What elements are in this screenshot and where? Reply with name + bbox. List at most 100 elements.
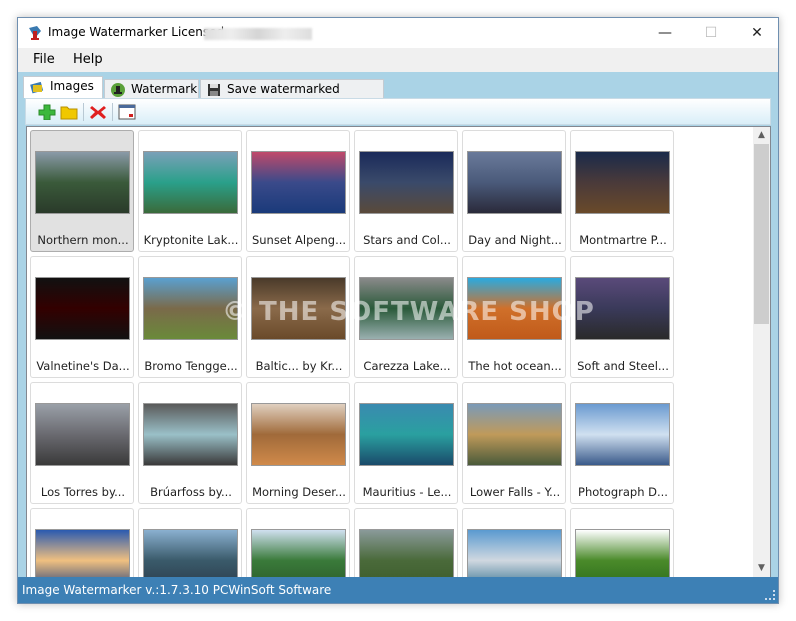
- image-thumbnail: [575, 529, 670, 577]
- window-title: Image Watermarker Licensed: [48, 25, 225, 39]
- image-thumbnail: [359, 277, 454, 340]
- image-tile[interactable]: Stars and Col...: [354, 130, 458, 252]
- image-label: Lower Falls - Y...: [469, 485, 561, 499]
- image-label: The hot ocean...: [468, 359, 562, 373]
- remove-icon[interactable]: [89, 104, 107, 120]
- image-thumbnail: [143, 529, 238, 577]
- image-thumbnail: [35, 529, 130, 577]
- images-panel: Photograph D... Lower Falls - Y... Mauriti…: [18, 98, 778, 579]
- image-label: Kryptonite Lak...: [143, 233, 239, 247]
- toolbar-separator: [83, 103, 84, 121]
- image-tile[interactable]: Northern mon...: [30, 130, 134, 252]
- image-label: Bromo Tengge...: [144, 359, 238, 373]
- image-thumbnail: [251, 529, 346, 577]
- redacted-license: [204, 28, 312, 40]
- tab-images[interactable]: Images: [23, 76, 103, 99]
- tab-label: Watermark: [131, 82, 198, 96]
- clear-list-icon[interactable]: [118, 104, 136, 120]
- image-tile[interactable]: Day and Night...: [462, 130, 566, 252]
- app-icon: [29, 26, 41, 40]
- save-disk-icon: [208, 84, 220, 96]
- scrollbar-thumb[interactable]: [754, 144, 769, 324]
- image-tile[interactable]: Brúarfoss by...: [138, 382, 242, 504]
- image-thumbnail: [251, 151, 346, 214]
- image-label: Valnetine's Da...: [36, 359, 130, 373]
- image-tile[interactable]: Montmartre P...: [570, 130, 674, 252]
- image-thumbnail: [467, 403, 562, 466]
- image-tile[interactable]: [570, 508, 674, 577]
- resize-grip[interactable]: [765, 590, 775, 600]
- image-tile[interactable]: Baltic... by Kr...: [246, 256, 350, 378]
- image-tile[interactable]: [462, 508, 566, 577]
- image-label: Brúarfoss by...: [150, 485, 232, 499]
- image-label: Carezza Lake...: [363, 359, 451, 373]
- image-label: Sunset Alpeng...: [251, 233, 347, 247]
- image-tile[interactable]: [138, 508, 242, 577]
- image-label: Day and Night...: [468, 233, 562, 247]
- scroll-up-icon[interactable]: ▲: [753, 127, 770, 144]
- image-thumbnail: [251, 277, 346, 340]
- toolbar: [25, 98, 771, 125]
- image-label: Photograph D...: [578, 485, 668, 499]
- image-tile[interactable]: Carezza Lake...: [354, 256, 458, 378]
- image-thumbnail: [143, 403, 238, 466]
- image-tile[interactable]: Soft and Steel...: [570, 256, 674, 378]
- tab-watermark[interactable]: Watermark: [104, 79, 199, 99]
- image-tile[interactable]: The hot ocean...: [462, 256, 566, 378]
- image-tile[interactable]: Sunset Alpeng...: [246, 130, 350, 252]
- image-thumbnail: [467, 151, 562, 214]
- menu-bar: File Help: [18, 48, 778, 72]
- image-thumbnail: [359, 529, 454, 577]
- status-text: Image Watermarker v.:1.7.3.10 PCWinSoft …: [22, 583, 332, 597]
- image-tile[interactable]: Mauritius - Le...: [354, 382, 458, 504]
- image-tile[interactable]: Morning Deser...: [246, 382, 350, 504]
- menu-help[interactable]: Help: [73, 52, 103, 67]
- image-thumbnail: [575, 403, 670, 466]
- image-label: Baltic... by Kr...: [255, 359, 343, 373]
- stamp-icon: [111, 83, 125, 97]
- image-tile[interactable]: [246, 508, 350, 577]
- scroll-down-icon[interactable]: ▼: [753, 560, 770, 577]
- image-label: Soft and Steel...: [577, 359, 669, 373]
- image-thumbnail: [575, 151, 670, 214]
- image-label: Montmartre P...: [579, 233, 667, 247]
- vertical-scrollbar[interactable]: ▲ ▼: [753, 127, 770, 577]
- image-tile[interactable]: Lower Falls - Y...: [462, 382, 566, 504]
- image-thumbnail: [467, 529, 562, 577]
- image-thumbnail: [35, 151, 130, 214]
- tab-label: Images: [50, 79, 94, 93]
- image-label: Stars and Col...: [363, 233, 451, 247]
- image-tile[interactable]: Photograph D...: [570, 382, 674, 504]
- add-folder-icon[interactable]: [60, 104, 78, 120]
- image-thumbnail: [359, 151, 454, 214]
- image-label: Morning Deser...: [252, 485, 346, 499]
- image-label: Los Torres by...: [40, 485, 126, 499]
- app-window: Image Watermarker Licensed — ☐ ✕ File He…: [17, 17, 779, 604]
- image-list[interactable]: Photograph D... Lower Falls - Y... Mauriti…: [26, 126, 771, 578]
- image-thumbnail: [143, 277, 238, 340]
- image-tile[interactable]: Los Torres by...: [30, 382, 134, 504]
- image-thumbnail: [35, 277, 130, 340]
- images-icon: [30, 81, 44, 94]
- status-bar: Image Watermarker v.:1.7.3.10 PCWinSoft …: [18, 577, 778, 603]
- menu-file[interactable]: File: [33, 52, 55, 67]
- image-label: Mauritius - Le...: [362, 485, 452, 499]
- image-tile[interactable]: Bromo Tengge...: [138, 256, 242, 378]
- image-tile[interactable]: [30, 508, 134, 577]
- image-tile[interactable]: Valnetine's Da...: [30, 256, 134, 378]
- image-tile[interactable]: Kryptonite Lak...: [138, 130, 242, 252]
- close-button[interactable]: ✕: [734, 18, 780, 48]
- minimize-button[interactable]: —: [642, 18, 688, 48]
- tab-save-watermarked[interactable]: Save watermarked images: [200, 79, 384, 114]
- maximize-button[interactable]: ☐: [688, 18, 734, 48]
- add-image-icon[interactable]: [38, 104, 56, 120]
- image-label: Northern mon...: [37, 233, 129, 247]
- image-thumbnail: [251, 403, 346, 466]
- image-thumbnail: [575, 277, 670, 340]
- toolbar-separator: [112, 103, 113, 121]
- image-thumbnail: [35, 403, 130, 466]
- image-thumbnail: [359, 403, 454, 466]
- tab-strip: Images Watermark Save watermarked images: [18, 72, 778, 114]
- title-bar: Image Watermarker Licensed — ☐ ✕: [18, 18, 778, 48]
- image-tile[interactable]: [354, 508, 458, 577]
